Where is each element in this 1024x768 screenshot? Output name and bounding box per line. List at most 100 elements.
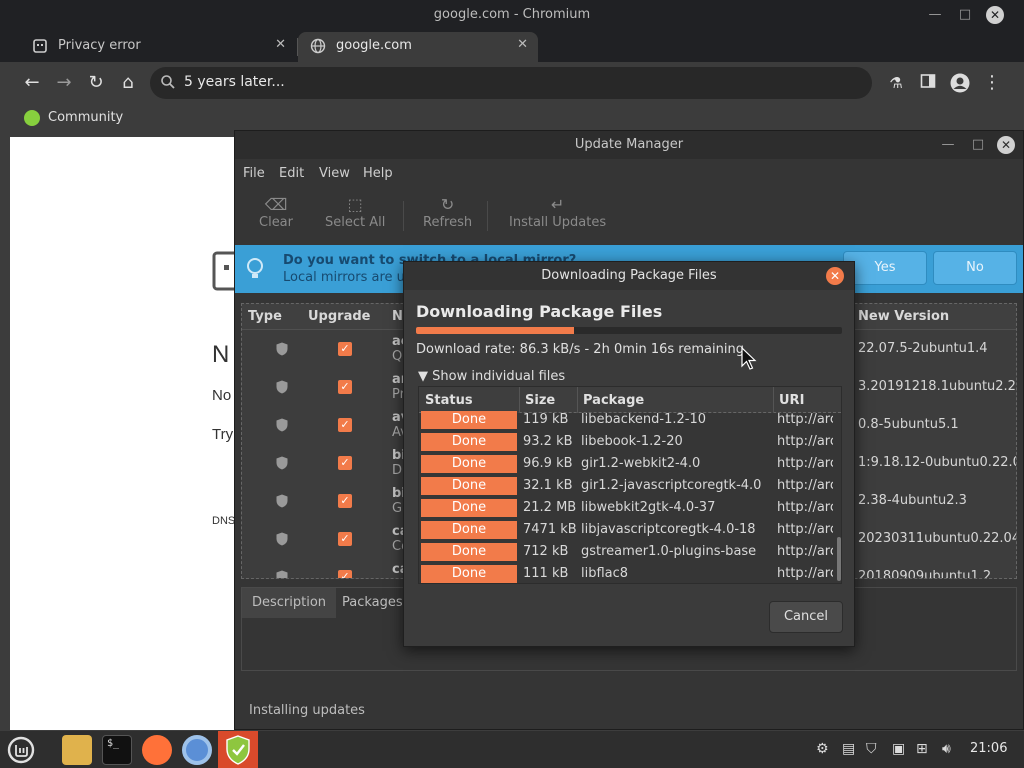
- file-package: libebook-1.2-20: [581, 434, 683, 449]
- file-package: libflac8: [581, 566, 629, 581]
- reload-icon[interactable]: ↻: [86, 73, 106, 93]
- bookmark-community[interactable]: Community: [24, 110, 123, 126]
- error-text: No: [212, 387, 232, 404]
- clipboard-tray-icon[interactable]: ▤: [842, 741, 855, 757]
- new-version: 20180909ubuntu1.2: [858, 569, 992, 579]
- column-status[interactable]: Status: [425, 393, 473, 408]
- file-row[interactable]: Done 111 kB libflac8 http://arch: [419, 563, 833, 583]
- menu-edit[interactable]: Edit: [279, 166, 304, 181]
- maximize-button[interactable]: □: [956, 6, 974, 24]
- upgrade-checkbox[interactable]: ✓: [338, 570, 352, 578]
- menu-file[interactable]: File: [243, 166, 265, 181]
- taskbar: $_ ⚙ ▤ ⛉ ▣ ⊞ 🔊︎ 21:06: [0, 730, 1024, 768]
- network-tray-icon[interactable]: ⊞: [916, 741, 928, 757]
- close-button[interactable]: ✕: [997, 136, 1015, 154]
- kebab-menu-icon[interactable]: ⋮: [982, 73, 1002, 93]
- column-type[interactable]: Type: [248, 309, 282, 324]
- file-uri: http://arch: [777, 522, 833, 537]
- profile-avatar-icon[interactable]: [950, 73, 970, 93]
- file-package: libjavascriptcoregtk-4.0-18: [581, 522, 756, 537]
- files-folder-icon[interactable]: [62, 735, 92, 765]
- new-version: 3.20191218.1ubuntu2.2: [858, 379, 1016, 394]
- minimize-button[interactable]: —: [926, 6, 944, 24]
- address-bar[interactable]: 5 years later...: [150, 67, 872, 99]
- file-row[interactable]: Done 32.1 kB gir1.2-javascriptcoregtk-4.0 h…: [419, 475, 833, 497]
- close-tab-icon[interactable]: ✕: [275, 37, 286, 52]
- show-files-expander[interactable]: ▼ Show individual files: [418, 369, 565, 384]
- file-package: libwebkit2gtk-4.0-37: [581, 500, 716, 515]
- upgrade-checkbox[interactable]: ✓: [338, 494, 352, 508]
- update-toolbar: ⌫ Clear ⬚ Select All ↻ Refresh ↵ Install Upd…: [235, 189, 1023, 239]
- file-row[interactable]: Done 93.2 kB libebook-1.2-20 http://arch: [419, 431, 833, 453]
- file-status: Done: [421, 521, 517, 539]
- file-uri: http://arch: [777, 456, 833, 471]
- tab-privacy-error[interactable]: Privacy error ✕: [20, 32, 298, 62]
- upgrade-checkbox[interactable]: ✓: [338, 418, 352, 432]
- upgrade-checkbox[interactable]: ✓: [338, 456, 352, 470]
- column-upgrade[interactable]: Upgrade: [308, 309, 370, 324]
- dialog-title: Downloading Package Files: [541, 268, 717, 283]
- search-icon: [161, 75, 175, 89]
- shield-icon: [226, 735, 250, 765]
- update-manager-task-highlight[interactable]: [218, 731, 258, 768]
- new-version: 22.07.5-2ubuntu1.4: [858, 341, 988, 356]
- tab-strip: Privacy error ✕ google.com ✕ + ⌄: [0, 30, 1024, 88]
- tab-label: Privacy error: [58, 38, 141, 53]
- no-button[interactable]: No: [933, 251, 1017, 285]
- file-row[interactable]: Done 7471 kB libjavascriptcoregtk-4.0-18 ht…: [419, 519, 833, 541]
- side-panel-icon[interactable]: [918, 73, 938, 93]
- chromium-icon[interactable]: [182, 735, 212, 765]
- settings-tray-icon[interactable]: ⚙: [816, 741, 829, 757]
- shield-type-icon: [276, 532, 288, 546]
- file-status: Done: [421, 477, 517, 495]
- cancel-button[interactable]: Cancel: [769, 601, 843, 633]
- scrollbar-thumb[interactable]: [837, 537, 841, 581]
- forward-icon[interactable]: →: [54, 73, 74, 93]
- linux-mint-icon: [24, 110, 40, 126]
- tab-packages[interactable]: Packages: [332, 588, 413, 618]
- firefox-icon[interactable]: [142, 735, 172, 765]
- upgrade-checkbox[interactable]: ✓: [338, 342, 352, 356]
- maximize-button[interactable]: □: [969, 136, 987, 154]
- menu-help[interactable]: Help: [363, 166, 393, 181]
- file-uri: http://arch: [777, 434, 833, 449]
- notes-tray-icon[interactable]: ▣: [892, 741, 905, 757]
- file-row[interactable]: Done 119 kB libebackend-1.2-10 http://arch: [419, 409, 833, 431]
- home-icon[interactable]: ⌂: [118, 73, 138, 93]
- file-row[interactable]: Done 96.9 kB gir1.2-webkit2-4.0 http://arch: [419, 453, 833, 475]
- column-size[interactable]: Size: [525, 393, 555, 408]
- close-button[interactable]: ✕: [986, 6, 1004, 24]
- refresh-icon: ↻: [440, 195, 455, 214]
- minimize-button[interactable]: —: [939, 136, 957, 154]
- menu-view[interactable]: View: [319, 166, 350, 181]
- close-tab-icon[interactable]: ✕: [517, 37, 528, 52]
- terminal-icon[interactable]: $_: [102, 735, 132, 765]
- upgrade-checkbox[interactable]: ✓: [338, 380, 352, 394]
- volume-tray-icon[interactable]: 🔊︎: [942, 741, 951, 757]
- file-package: gir1.2-webkit2-4.0: [581, 456, 701, 471]
- address-text: 5 years later...: [184, 74, 285, 90]
- select-all-button[interactable]: ⬚ Select All: [325, 195, 385, 230]
- tab-description[interactable]: Description: [242, 588, 337, 618]
- file-row[interactable]: Done 21.2 MB libwebkit2gtk-4.0-37 http://ar…: [419, 497, 833, 519]
- install-updates-button[interactable]: ↵ Install Updates: [509, 195, 606, 230]
- file-row[interactable]: Done 712 kB gstreamer1.0-plugins-base http:…: [419, 541, 833, 563]
- column-name[interactable]: N: [392, 309, 403, 324]
- close-button[interactable]: ✕: [826, 267, 844, 285]
- tab-google[interactable]: google.com ✕: [298, 32, 538, 62]
- column-new-version[interactable]: New Version: [858, 309, 949, 324]
- column-package[interactable]: Package: [583, 393, 644, 408]
- upgrade-checkbox[interactable]: ✓: [338, 532, 352, 546]
- flask-icon[interactable]: ⚗: [886, 73, 906, 93]
- download-dialog: Downloading Package Files ✕ Downloading …: [403, 261, 855, 647]
- yes-button[interactable]: Yes: [843, 251, 927, 285]
- mint-menu-icon[interactable]: [6, 735, 36, 765]
- file-package: libebackend-1.2-10: [581, 412, 706, 427]
- error-code: DNS: [212, 515, 236, 527]
- shield-tray-icon[interactable]: ⛉: [866, 741, 877, 757]
- back-icon[interactable]: ←: [22, 73, 42, 93]
- clear-button[interactable]: ⌫ Clear: [259, 195, 293, 230]
- refresh-button[interactable]: ↻ Refresh: [423, 195, 472, 230]
- toolbar-separator: [487, 201, 488, 231]
- column-uri[interactable]: URI: [779, 393, 804, 408]
